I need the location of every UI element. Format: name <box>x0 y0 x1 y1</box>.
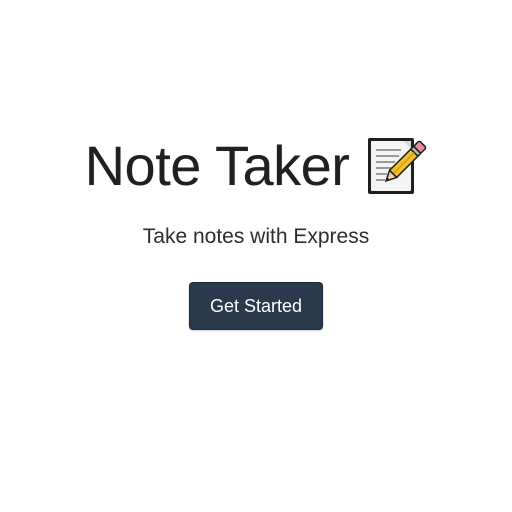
get-started-button[interactable]: Get Started <box>189 282 323 330</box>
page-subtitle: Take notes with Express <box>142 225 370 248</box>
memo-pencil-icon <box>363 134 427 198</box>
landing-page: Note Taker Take notes with Express Get S… <box>0 0 512 512</box>
page-title: Note Taker <box>84 134 350 197</box>
hero-section: Note Taker Take notes with Express Get S… <box>0 128 512 330</box>
title-row: Note Taker <box>85 128 428 204</box>
